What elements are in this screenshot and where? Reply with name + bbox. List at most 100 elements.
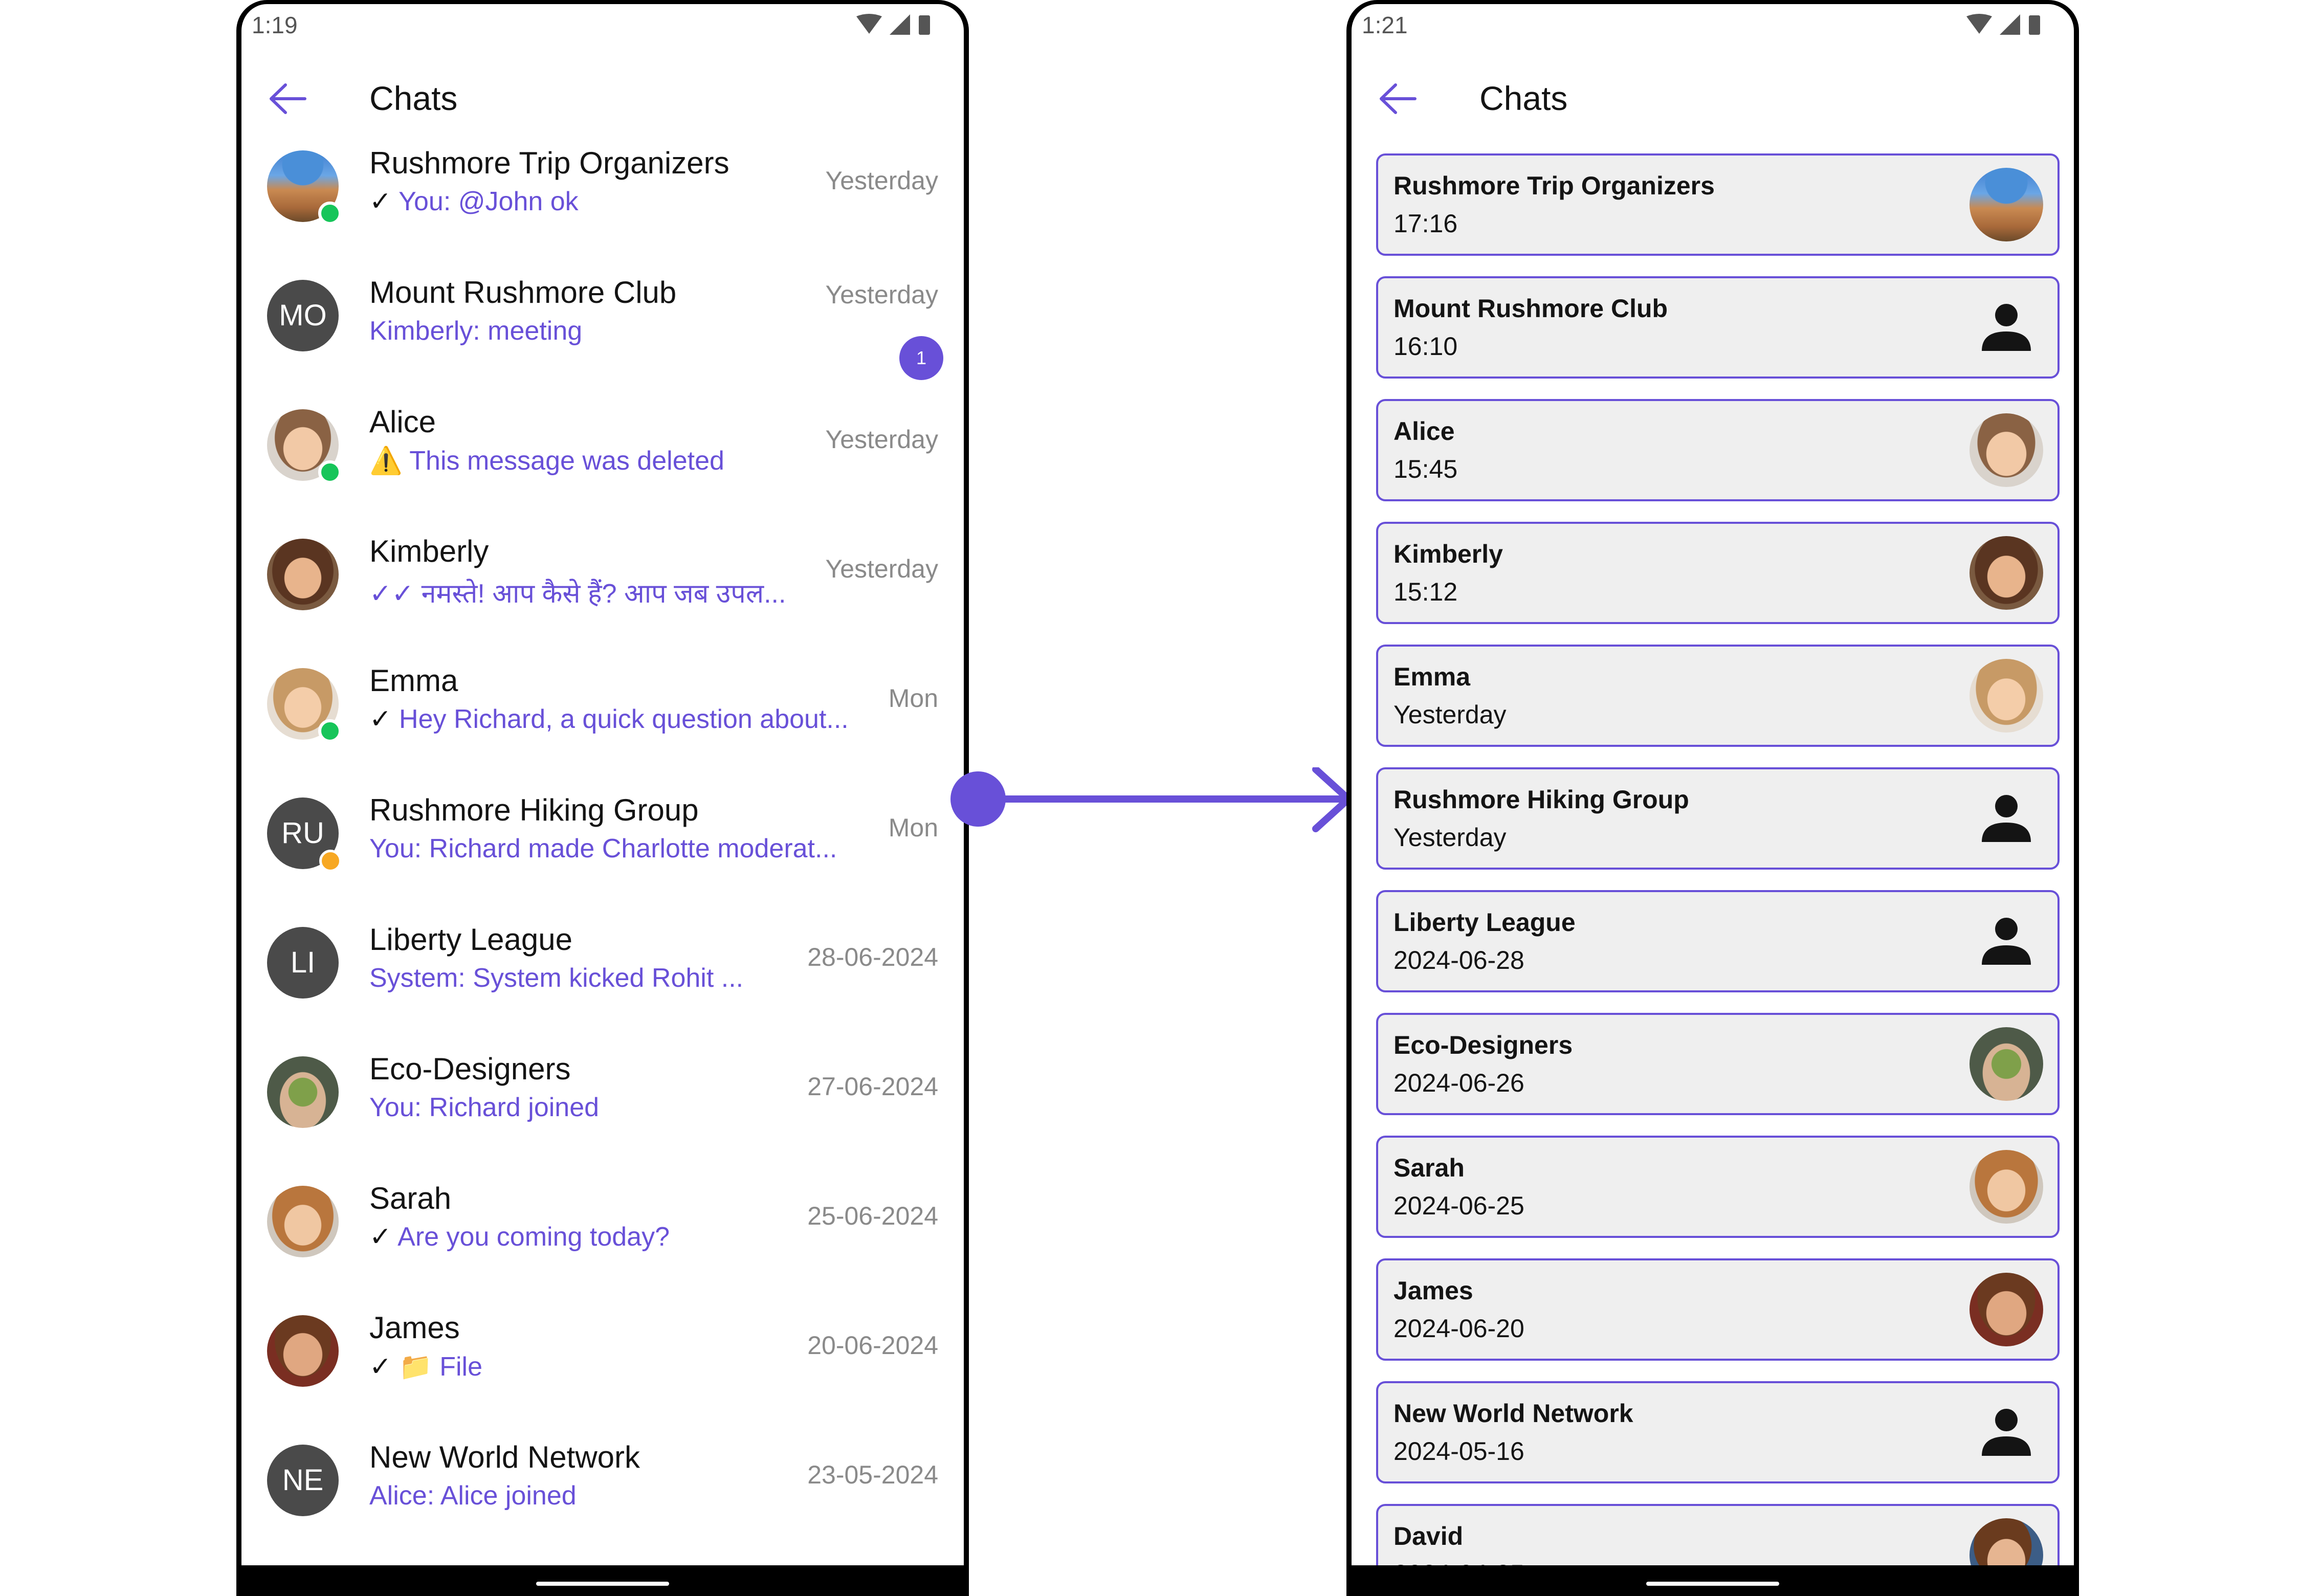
wifi-icon xyxy=(856,14,882,34)
conversation-time: Yesterday xyxy=(825,425,938,454)
signal-icon xyxy=(890,14,910,35)
phone-screen-after: 1:21 Chats Rushmore Trip Organizers 17:16… xyxy=(1346,0,2079,1596)
avatar xyxy=(1970,413,2043,487)
card-name: Emma xyxy=(1393,662,1471,691)
card-time: 2024-06-20 xyxy=(1393,1314,1524,1343)
folder-icon: 📁 xyxy=(399,1352,432,1382)
avatar xyxy=(1970,1273,2043,1346)
conversation-time: Yesterday xyxy=(825,555,938,583)
conversation-time: Mon xyxy=(888,813,938,842)
conversation-item[interactable]: Alice ⚠️ This message was deleted Yesterda… xyxy=(241,389,964,517)
conversation-time: 23-05-2024 xyxy=(807,1460,938,1489)
home-indicator[interactable] xyxy=(536,1582,669,1586)
avatar xyxy=(1970,1150,2043,1224)
app-bar: Chats xyxy=(1352,60,2074,137)
preview-text: You: @John ok xyxy=(399,187,579,216)
card-time: 15:45 xyxy=(1393,455,1458,483)
preview-text: Hey Richard, a quick question about... xyxy=(399,704,849,734)
card-time: Yesterday xyxy=(1393,700,1507,729)
conversation-card[interactable]: New World Network 2024-05-16 xyxy=(1376,1381,2060,1483)
wifi-icon xyxy=(1966,14,1992,34)
conversation-name: Rushmore Hiking Group xyxy=(369,793,699,827)
avatar xyxy=(1970,1027,2043,1101)
conversation-item[interactable]: Rushmore Trip Organizers ✓ You: @John ok Y… xyxy=(241,130,964,258)
conversation-card[interactable]: James 2024-06-20 xyxy=(1376,1258,2060,1361)
avatar: NE xyxy=(267,1445,339,1516)
avatar xyxy=(267,1056,339,1128)
conversation-name: Mount Rushmore Club xyxy=(369,275,677,309)
conversation-card[interactable]: Eco-Designers 2024-06-26 xyxy=(1376,1013,2060,1115)
conversation-time: 27-06-2024 xyxy=(807,1072,938,1101)
conversation-item[interactable]: Emma ✓ Hey Richard, a quick question abou… xyxy=(241,648,964,775)
user-icon xyxy=(1982,918,2031,965)
preview-text: Alice: Alice joined xyxy=(369,1481,577,1511)
conversation-card[interactable]: Alice 15:45 xyxy=(1376,399,2060,501)
preview-text: File xyxy=(439,1352,483,1382)
conversation-name: Sarah xyxy=(369,1181,452,1215)
card-time: 17:16 xyxy=(1393,209,1458,238)
check-icon: ✓ xyxy=(369,187,392,216)
preview-text: नमस्ते! आप कैसे हैं? आप जब उपल... xyxy=(421,579,786,609)
status-time: 1:19 xyxy=(252,12,298,38)
conversation-item[interactable]: James ✓ 📁 File 20-06-2024 xyxy=(241,1295,964,1423)
status-bar: 1:21 xyxy=(1352,4,2074,45)
card-name: Rushmore Trip Organizers xyxy=(1393,171,1715,200)
preview-text: You: Richard joined xyxy=(369,1093,600,1122)
online-status-icon xyxy=(318,719,342,743)
warning-icon: ⚠️ xyxy=(369,446,403,476)
card-name: Rushmore Hiking Group xyxy=(1393,785,1689,814)
conversation-item[interactable]: NE New World Network Alice: Alice joined 23… xyxy=(241,1424,964,1552)
conversation-time: Mon xyxy=(888,684,938,713)
conversation-item[interactable]: Sarah ✓ Are you coming today? 25-06-2024 xyxy=(241,1165,964,1293)
conversation-item[interactable]: RU Rushmore Hiking Group You: Richard made… xyxy=(241,777,964,905)
last-message-preview: You: Richard made Charlotte moderat... xyxy=(369,833,837,864)
conversation-name: James xyxy=(369,1311,460,1345)
conversation-item[interactable]: MO Mount Rushmore Club Kimberly: meeting Ye… xyxy=(241,259,964,387)
conversation-card[interactable]: Sarah 2024-06-25 xyxy=(1376,1136,2060,1238)
preview-text: Kimberly: meeting xyxy=(369,316,583,346)
conversation-name: Liberty League xyxy=(369,922,572,957)
lock-icon xyxy=(319,850,342,872)
conversation-name: Emma xyxy=(369,663,458,698)
conversation-name: Alice xyxy=(369,405,436,439)
conversation-card[interactable]: Mount Rushmore Club 16:10 xyxy=(1376,276,2060,379)
conversation-card[interactable]: Kimberly 15:12 xyxy=(1376,522,2060,624)
card-name: David xyxy=(1393,1522,1464,1550)
avatar xyxy=(267,1186,339,1257)
check-icon: ✓ xyxy=(369,1222,392,1252)
card-name: New World Network xyxy=(1393,1399,1633,1428)
user-icon xyxy=(1982,304,2031,351)
conversation-item[interactable]: LI Liberty League System: System kicked Ro… xyxy=(241,906,964,1034)
check-icon: ✓ xyxy=(369,1352,392,1382)
conversation-item[interactable]: Eco-Designers You: Richard joined 27-06-20… xyxy=(241,1036,964,1164)
home-indicator[interactable] xyxy=(1646,1582,1779,1586)
card-name: James xyxy=(1393,1276,1473,1305)
conversation-time: 25-06-2024 xyxy=(807,1202,938,1230)
last-message-preview: You: Richard joined xyxy=(369,1092,599,1123)
card-time: 2024-06-26 xyxy=(1393,1069,1524,1097)
back-arrow-icon[interactable] xyxy=(1377,81,1418,117)
last-message-preview: Kimberly: meeting xyxy=(369,316,582,346)
last-message-preview: ✓ Are you coming today? xyxy=(369,1222,670,1252)
avatar xyxy=(267,1315,339,1387)
back-arrow-icon[interactable] xyxy=(267,81,308,117)
conversation-card[interactable]: Emma Yesterday xyxy=(1376,645,2060,747)
avatar xyxy=(1970,168,2043,241)
conversation-item[interactable]: Kimberly ✓✓ नमस्ते! आप कैसे हैं? आप जब उप… xyxy=(241,518,964,646)
card-time: 15:12 xyxy=(1393,578,1458,606)
conversation-card[interactable]: Rushmore Hiking Group Yesterday xyxy=(1376,767,2060,870)
page-title: Chats xyxy=(369,79,458,117)
battery-icon xyxy=(919,15,930,35)
conversation-card[interactable]: Liberty League 2024-06-28 xyxy=(1376,890,2060,992)
double-check-icon: ✓✓ xyxy=(369,579,414,609)
conversation-time: 20-06-2024 xyxy=(807,1331,938,1360)
avatar xyxy=(1970,659,2043,733)
unread-count-badge: 1 xyxy=(899,336,943,380)
status-bar: 1:19 xyxy=(241,4,964,45)
check-icon: ✓ xyxy=(369,704,392,734)
online-status-icon xyxy=(318,202,342,225)
conversation-card[interactable]: Rushmore Trip Organizers 17:16 xyxy=(1376,153,2060,256)
preview-text: This message was deleted xyxy=(409,446,724,476)
last-message-preview: ✓ Hey Richard, a quick question about... xyxy=(369,704,849,735)
status-icons xyxy=(1966,14,2040,35)
